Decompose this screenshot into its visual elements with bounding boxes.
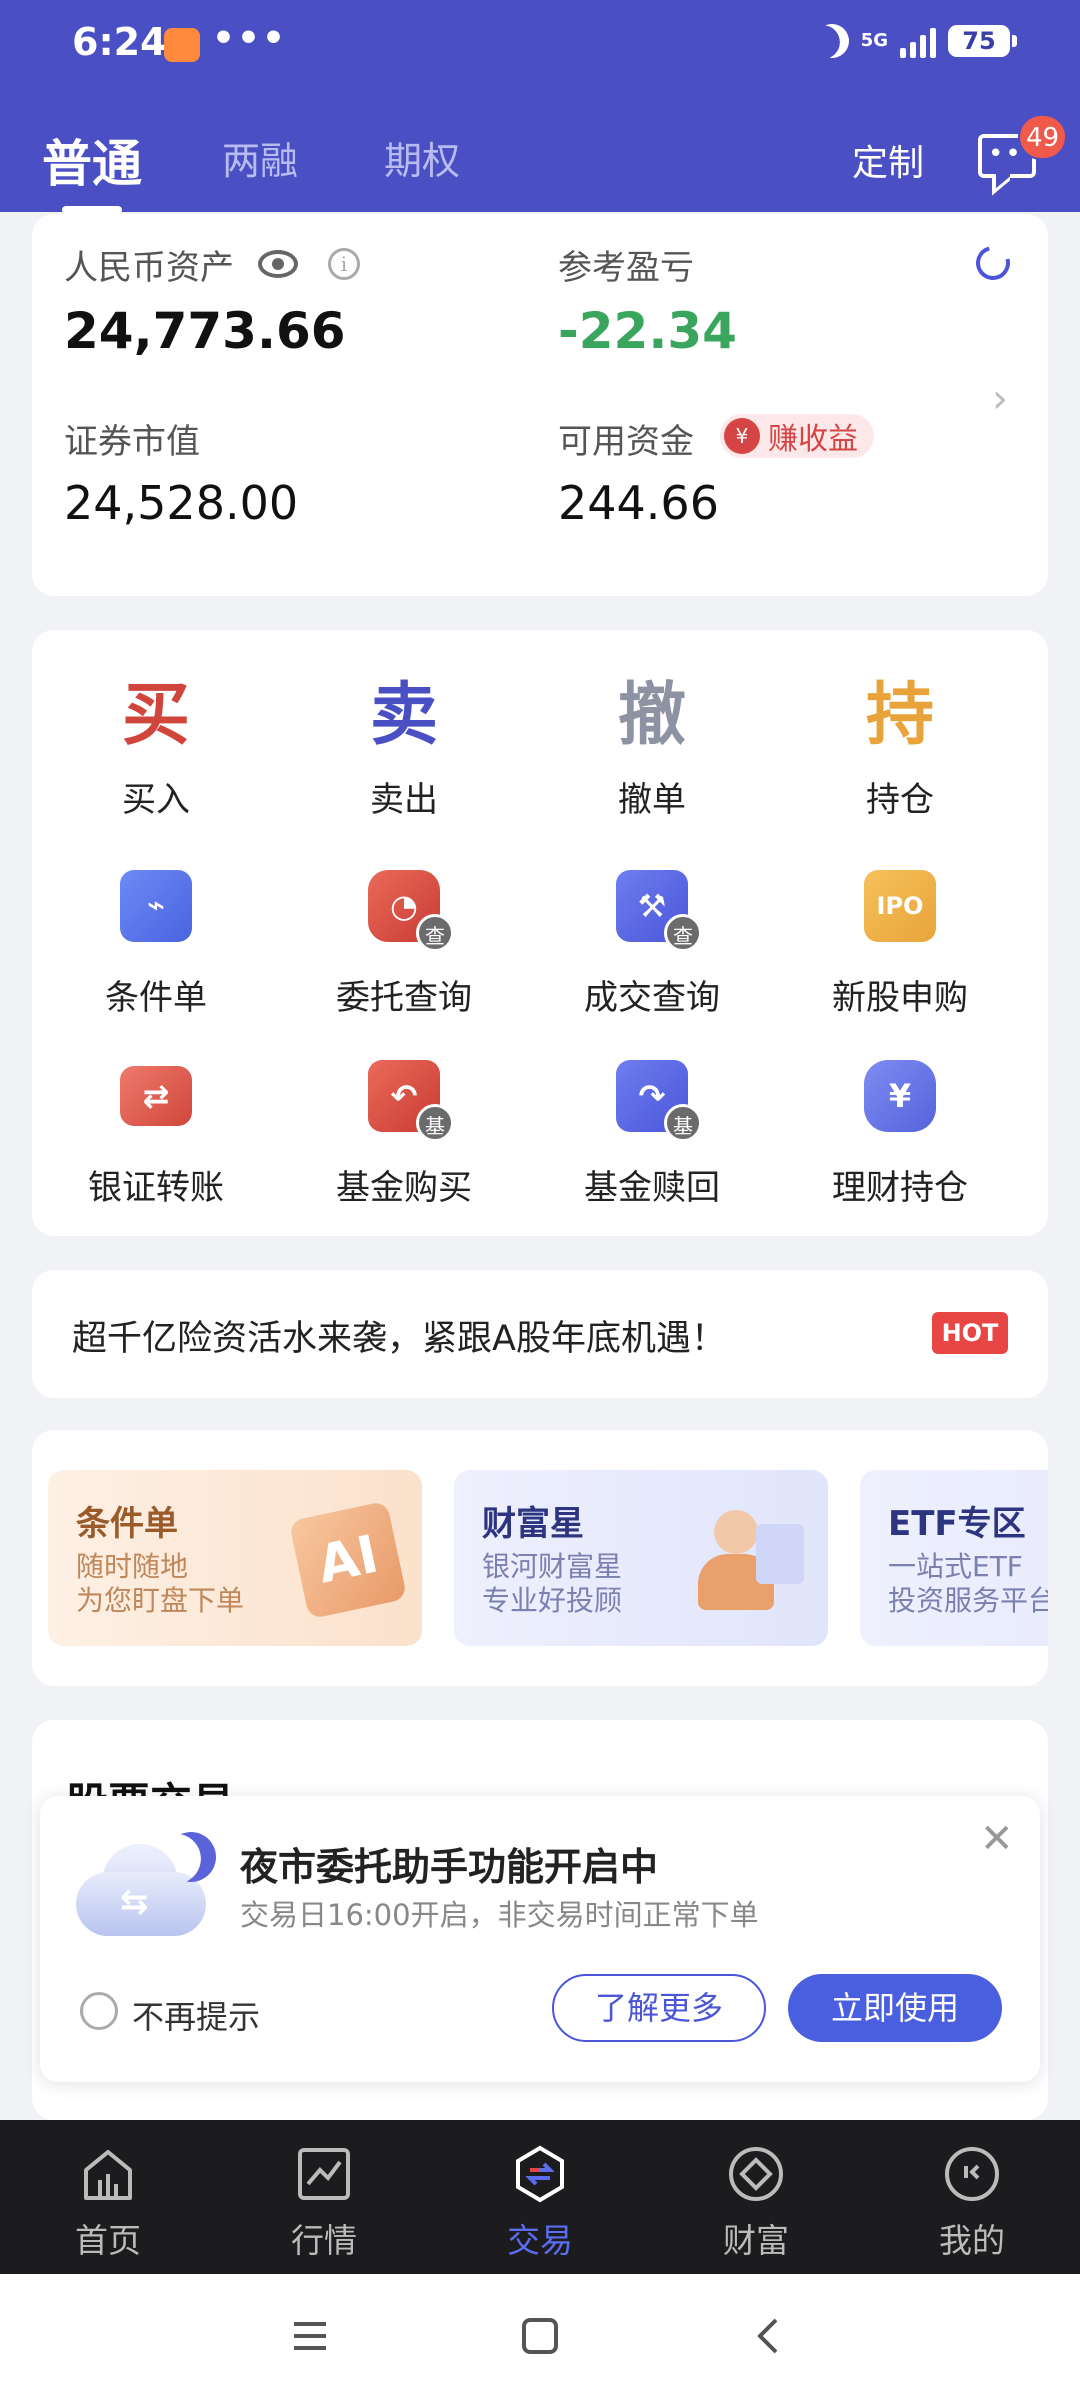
dnd-moon-icon xyxy=(810,19,854,63)
messages-button[interactable]: ••• 49 xyxy=(978,114,1068,182)
ref-pnl-label: 参考盈亏 xyxy=(558,248,694,288)
trade-icon xyxy=(510,2144,570,2204)
fund-buy-button[interactable]: ↶ 基 基金购买 xyxy=(280,1060,528,1209)
order-query-button[interactable]: ◔ 查 委托查询 xyxy=(280,870,528,1019)
profile-icon xyxy=(942,2144,1002,2204)
nav-home[interactable]: 首页 xyxy=(38,2144,178,2262)
header: 6:24 ••• 5G 75 普通 两融 期权 定制 ••• 49 xyxy=(0,0,1080,214)
dont-remind-radio[interactable] xyxy=(80,1992,118,2030)
deal-query-button[interactable]: ⚒ 查 成交查询 xyxy=(528,870,776,1019)
menu-icon[interactable] xyxy=(290,2316,330,2360)
trade-actions-card: 买 买入 卖 卖出 撤 撤单 持 持仓 ⌁ 条件单 ◔ 查 委托查询 ⚒ 查 成… xyxy=(32,630,1048,1236)
night-cloud-icon: ⇆ xyxy=(76,1832,216,1942)
ref-pnl-value: -22.34 xyxy=(558,302,737,360)
eye-icon[interactable] xyxy=(258,250,298,278)
nav-trade[interactable]: 交易 xyxy=(470,2144,610,2262)
available-funds-value: 244.66 xyxy=(558,476,719,530)
tab-options[interactable]: 期权 xyxy=(384,130,460,185)
network-type: 5G xyxy=(860,30,888,51)
buy-label: 买入 xyxy=(122,780,190,820)
nav-wealth[interactable]: 财富 xyxy=(686,2144,826,2262)
ipo-subscribe-button[interactable]: IPO 新股申购 xyxy=(776,870,1024,1019)
promo-condition-order[interactable]: 条件单 随时随地 为您盯盘下单 AI xyxy=(48,1470,422,1646)
fund-buy-icon: ↶ 基 xyxy=(368,1060,454,1142)
promo-wealth-star[interactable]: 财富星 银河财富星 专业好投顾 xyxy=(454,1470,828,1646)
market-icon xyxy=(294,2144,354,2204)
tab-normal[interactable]: 普通 xyxy=(42,124,142,196)
securities-value: 24,528.00 xyxy=(64,476,299,530)
promo-carousel: 条件单 随时随地 为您盯盘下单 AI 财富星 银河财富星 专业好投顾 ETF专区… xyxy=(32,1430,1048,1686)
battery-icon: 75 xyxy=(948,25,1017,57)
advisor-illustration xyxy=(694,1504,804,1614)
close-icon[interactable]: ✕ xyxy=(980,1816,1014,1862)
fund-redeem-button[interactable]: ↷ 基 基金赎回 xyxy=(528,1060,776,1209)
wealth-icon xyxy=(726,2144,786,2204)
sell-button[interactable]: 卖 卖出 xyxy=(280,670,528,821)
rmb-assets-label: 人民币资产 xyxy=(64,248,234,288)
yuan-coin-icon: ¥ xyxy=(724,418,760,454)
chevron-right-icon[interactable]: › xyxy=(992,376,1008,422)
condition-order-icon: ⌁ xyxy=(120,870,192,942)
hot-badge: HOT xyxy=(932,1312,1008,1354)
banner-text: 超千亿险资活水来袭，紧跟A股年底机遇！ xyxy=(72,1319,726,1359)
cancel-order-button[interactable]: 撤 撤单 xyxy=(528,670,776,821)
buy-button[interactable]: 买 买入 xyxy=(32,670,280,821)
home-icon xyxy=(78,2144,138,2204)
bottom-navigation: 首页 行情 交易 财富 我的 xyxy=(0,2120,1080,2274)
status-time: 6:24 xyxy=(72,20,167,64)
use-now-button[interactable]: 立即使用 xyxy=(788,1974,1002,2042)
ipo-icon: IPO xyxy=(864,870,936,942)
order-query-icon: ◔ 查 xyxy=(368,870,454,952)
cancel-glyph: 撤 xyxy=(617,676,686,755)
home-square-icon[interactable] xyxy=(520,2316,560,2360)
condition-order-button[interactable]: ⌁ 条件单 xyxy=(32,870,280,1019)
holdings-label: 持仓 xyxy=(866,780,934,820)
status-indicators: 5G 75 xyxy=(815,24,1017,58)
system-navigation-bar xyxy=(0,2274,1080,2400)
tab-indicator xyxy=(62,206,122,214)
fund-redeem-icon: ↷ 基 xyxy=(616,1060,702,1142)
news-banner[interactable]: 超千亿险资活水来袭，紧跟A股年底机遇！ HOT xyxy=(32,1270,1048,1398)
back-icon[interactable] xyxy=(750,2316,790,2360)
deal-query-icon: ⚒ 查 xyxy=(616,870,702,952)
tab-margin[interactable]: 两融 xyxy=(222,130,298,185)
earn-yield-badge[interactable]: ¥ 赚收益 xyxy=(720,414,874,458)
learn-more-button[interactable]: 了解更多 xyxy=(552,1974,766,2042)
more-notifications-icon: ••• xyxy=(212,18,288,59)
night-order-popup: ⇆ 夜市委托助手功能开启中 交易日16:00开启，非交易时间正常下单 ✕ 不再提… xyxy=(40,1796,1040,2082)
available-funds-label: 可用资金 xyxy=(558,422,694,462)
rmb-assets-value: 24,773.66 xyxy=(64,302,346,360)
holdings-glyph: 持 xyxy=(865,676,934,755)
account-tabs: 普通 两融 期权 定制 ••• 49 xyxy=(0,114,1080,214)
refresh-icon[interactable] xyxy=(969,239,1017,287)
sell-glyph: 卖 xyxy=(369,676,438,755)
cancel-label: 撤单 xyxy=(618,780,686,820)
popup-subtitle: 交易日16:00开启，非交易时间正常下单 xyxy=(240,1898,759,1932)
message-count-badge: 49 xyxy=(1018,114,1068,160)
securities-label: 证券市值 xyxy=(64,422,200,462)
wealth-holdings-icon: ¥ xyxy=(864,1060,936,1132)
buy-glyph: 买 xyxy=(121,676,190,755)
sell-label: 卖出 xyxy=(370,780,438,820)
dont-remind-label[interactable]: 不再提示 xyxy=(132,1992,260,2038)
wealth-holdings-button[interactable]: ¥ 理财持仓 xyxy=(776,1060,1024,1209)
nav-market[interactable]: 行情 xyxy=(254,2144,394,2262)
holdings-button[interactable]: 持 持仓 xyxy=(776,670,1024,821)
promo-etf-zone[interactable]: ETF专区 一站式ETF 投资服务平台 xyxy=(860,1470,1048,1646)
signal-icon xyxy=(900,24,936,58)
notification-app-icon xyxy=(164,28,200,62)
info-icon[interactable]: i xyxy=(328,248,360,280)
bank-transfer-icon: ⇄ xyxy=(120,1066,192,1126)
ai-cube-illustration: AI xyxy=(288,1500,408,1620)
assets-card[interactable]: 人民币资产 i 24,773.66 参考盈亏 -22.34 › 证券市值 24,… xyxy=(32,214,1048,596)
nav-profile[interactable]: 我的 xyxy=(902,2144,1042,2262)
status-bar: 6:24 ••• 5G 75 xyxy=(0,0,1080,90)
popup-title: 夜市委托助手功能开启中 xyxy=(240,1845,659,1889)
customize-button[interactable]: 定制 xyxy=(852,134,924,186)
bank-transfer-button[interactable]: ⇄ 银证转账 xyxy=(32,1060,280,1209)
